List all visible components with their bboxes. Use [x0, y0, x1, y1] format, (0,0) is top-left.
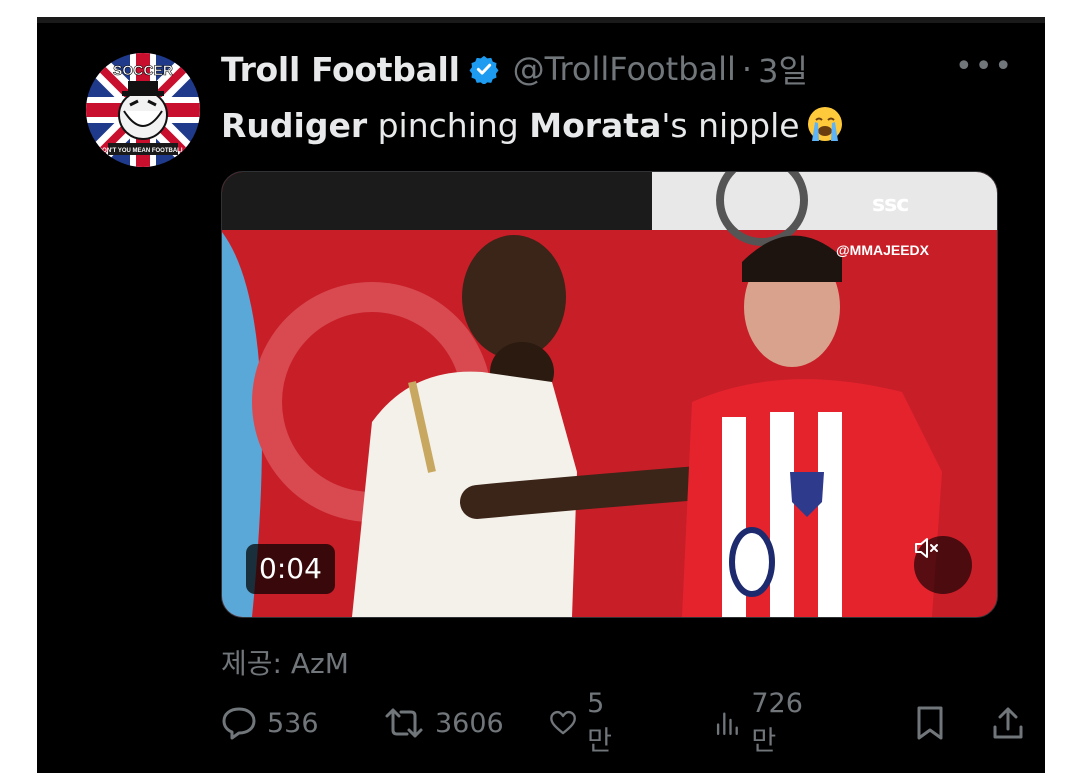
timestamp[interactable]: 3일 — [758, 46, 808, 92]
reply-icon — [222, 707, 256, 740]
speaker-muted-icon — [915, 538, 938, 558]
tweet-card[interactable]: SOCCER DON'T YOU MEAN FOOTBALL? Troll Fo… — [37, 17, 1045, 773]
text-part: pinching — [367, 106, 530, 145]
heart-icon — [550, 710, 576, 735]
verified-badge-icon — [469, 54, 499, 84]
video-watermark: @MMAJEEDX — [836, 242, 929, 258]
retweet-button[interactable]: 3606 — [383, 703, 504, 743]
video-player[interactable]: ssc @MMAJEEDX 0:04 — [221, 171, 998, 618]
divider — [37, 17, 1045, 23]
mention-morata: Morata — [529, 106, 662, 145]
like-button[interactable]: 5만 — [549, 688, 620, 757]
share-button[interactable] — [991, 703, 1025, 743]
retweet-icon — [385, 708, 423, 738]
avatar-top-text: SOCCER — [113, 62, 173, 78]
loudly-crying-face-icon — [806, 105, 844, 143]
tweet-text: Rudiger pinching Morata's nipple — [221, 105, 844, 145]
avatar[interactable]: SOCCER DON'T YOU MEAN FOOTBALL? — [86, 53, 200, 167]
views-button[interactable]: 726만 — [715, 688, 811, 757]
video-duration: 0:04 — [246, 544, 335, 594]
media-source[interactable]: 제공: AzM — [221, 642, 349, 682]
mention-rudiger: Rudiger — [221, 106, 368, 145]
text-part: 's nipple — [661, 106, 800, 145]
reply-button[interactable]: 536 — [221, 703, 319, 743]
bar-chart-icon — [716, 712, 738, 736]
view-count: 726만 — [751, 688, 803, 757]
author-name[interactable]: Troll Football — [221, 50, 460, 89]
tweet-header: Troll Football @TrollFootball · 3일 — [221, 47, 808, 91]
more-options-icon[interactable]: ••• — [955, 52, 1014, 82]
bookmark-icon — [917, 706, 943, 740]
author-handle[interactable]: @TrollFootball — [513, 50, 736, 88]
separator-dot: · — [741, 50, 753, 88]
mute-toggle[interactable] — [914, 536, 972, 594]
avatar-bottom-text: DON'T YOU MEAN FOOTBALL? — [98, 148, 189, 154]
broadcaster-logo: ssc — [872, 192, 909, 217]
retweet-count: 3606 — [435, 707, 504, 739]
reply-count: 536 — [267, 707, 319, 739]
like-count: 5만 — [587, 688, 612, 757]
bookmark-button[interactable] — [915, 703, 945, 743]
share-icon — [993, 707, 1023, 739]
